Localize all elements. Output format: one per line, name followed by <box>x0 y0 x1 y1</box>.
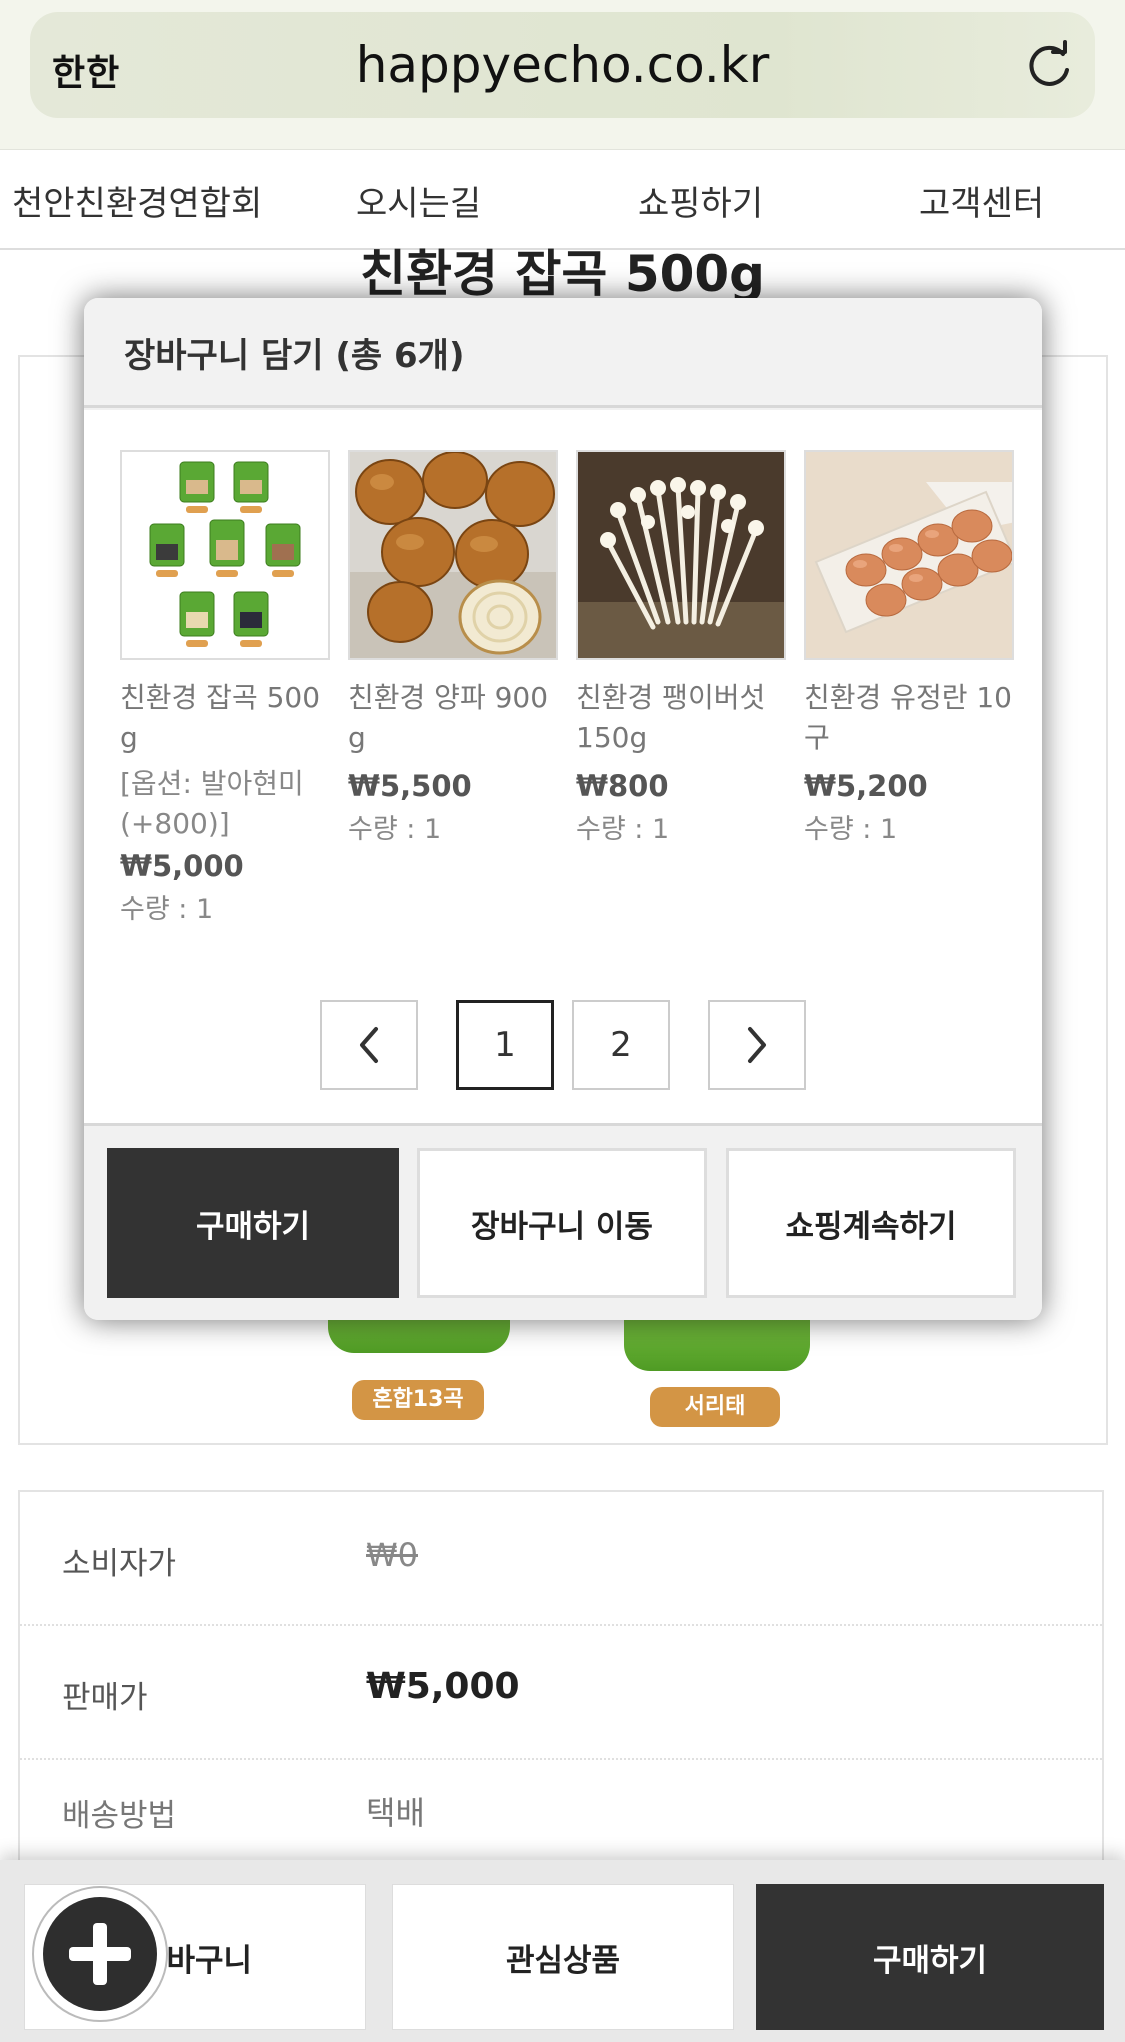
cart-item-name[interactable]: 친환경 양파 900g <box>348 678 558 758</box>
modal-title: 장바구니 담기 (총 6개) <box>124 336 465 376</box>
cart-item-card[interactable]: 친환경 잡곡 500g [옵션: 발아현미(+800)] ₩5,000 수량 :… <box>120 450 330 930</box>
cart-item-name[interactable]: 친환경 팽이버섯 150g <box>576 678 786 758</box>
sale-price-value: ₩5,000 <box>366 1666 520 1707</box>
pagination-next-button[interactable] <box>708 1000 806 1090</box>
cart-item-price: ₩5,200 <box>804 769 928 803</box>
cart-item-name[interactable]: 친환경 잡곡 500g <box>120 678 330 758</box>
cart-item-price: ₩800 <box>576 769 669 803</box>
cart-item-quantity: 수량 : 1 <box>804 814 898 845</box>
pagination-prev-button[interactable] <box>320 1000 418 1090</box>
grain-bags-image[interactable] <box>120 450 330 660</box>
nav-item-directions[interactable]: 오시는길 <box>356 176 481 225</box>
pagination-page-2[interactable]: 2 <box>572 1000 670 1090</box>
chevron-left-icon <box>360 1027 378 1063</box>
cart-item-quantity: 수량 : 1 <box>576 814 670 845</box>
buy-now-button[interactable]: 구매하기 <box>756 1884 1104 2030</box>
go-to-cart-button[interactable]: 장바구니 이동 <box>417 1148 707 1298</box>
bag-label: 혼합13곡 <box>352 1380 484 1420</box>
cart-item-quantity: 수량 : 1 <box>348 814 442 845</box>
onion-image[interactable] <box>348 450 558 660</box>
continue-shopping-button[interactable]: 쇼핑계속하기 <box>726 1148 1016 1298</box>
product-title: 친환경 잡곡 500g <box>360 245 765 303</box>
cart-item-option: [옵션: 발아현미(+800)] <box>120 767 304 840</box>
nav-item-shopping[interactable]: 쇼핑하기 <box>638 176 763 225</box>
cart-item-card[interactable]: 친환경 팽이버섯 150g ₩800 수량 : 1 <box>576 450 786 850</box>
info-row-consumer-price: 소비자가 ₩0 <box>20 1492 1102 1626</box>
shipping-method-value: 택배 <box>366 1794 425 1832</box>
bag-label: 서리태 <box>650 1387 780 1427</box>
info-label: 판매가 <box>62 1680 148 1716</box>
info-label: 소비자가 <box>62 1546 177 1582</box>
bottom-action-bar: 장바구니 관심상품 구매하기 <box>0 1860 1125 2042</box>
pagination-page-1[interactable]: 1 <box>456 1000 554 1090</box>
cart-item-quantity: 수량 : 1 <box>120 894 214 925</box>
cart-item-card[interactable]: 친환경 유정란 10구 ₩5,200 수량 : 1 <box>804 450 1014 850</box>
floating-plus-button[interactable] <box>32 1886 168 2022</box>
modal-body: 친환경 잡곡 500g [옵션: 발아현미(+800)] ₩5,000 수량 :… <box>84 410 1042 1126</box>
cart-item-card[interactable]: 친환경 양파 900g ₩5,500 수량 : 1 <box>348 450 558 850</box>
chevron-right-icon <box>748 1027 766 1063</box>
wishlist-button[interactable]: 관심상품 <box>392 1884 734 2030</box>
modal-buy-button[interactable]: 구매하기 <box>107 1148 399 1298</box>
product-info-table: 소비자가 ₩0 판매가 ₩5,000 배송방법 택배 <box>18 1490 1104 1880</box>
plus-icon <box>43 1897 157 2011</box>
egg-tray-image[interactable] <box>804 450 1014 660</box>
url-text[interactable]: happyecho.co.kr <box>30 36 1095 94</box>
enoki-mushroom-image[interactable] <box>576 450 786 660</box>
nav-item-customer-center[interactable]: 고객센터 <box>919 176 1044 225</box>
modal-footer: 구매하기 장바구니 이동 쇼핑계속하기 <box>84 1128 1042 1320</box>
add-to-cart-modal: 장바구니 담기 (총 6개) 친환경 잡곡 500g [옵션: 발아현미(+80… <box>84 298 1042 1320</box>
cart-item-name[interactable]: 친환경 유정란 10구 <box>804 678 1014 758</box>
cart-item-price: ₩5,500 <box>348 769 472 803</box>
nav-item-association[interactable]: 천안친환경연합회 <box>12 176 262 225</box>
modal-header: 장바구니 담기 (총 6개) <box>84 298 1042 408</box>
url-pill[interactable]: 한한 happyecho.co.kr <box>30 12 1095 118</box>
cart-item-price: ₩5,000 <box>120 849 244 883</box>
reload-icon[interactable] <box>1023 40 1075 92</box>
browser-address-bar: 한한 happyecho.co.kr <box>0 0 1125 150</box>
info-label: 배송방법 <box>62 1798 177 1834</box>
consumer-price-value: ₩0 <box>366 1536 418 1574</box>
info-row-sale-price: 판매가 ₩5,000 <box>20 1626 1102 1760</box>
